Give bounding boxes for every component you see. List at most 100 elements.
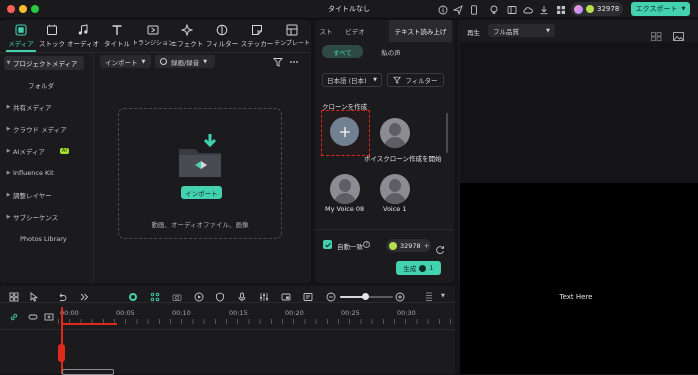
tts-scrollbar[interactable]	[446, 113, 448, 153]
tts-credits-count: 32978	[400, 241, 421, 250]
image-icon[interactable]	[673, 26, 684, 41]
more-options-icon[interactable]	[288, 56, 300, 68]
track-toggle-icon[interactable]	[27, 311, 39, 323]
tab-text-to-speech[interactable]: テキスト読み上げ	[389, 20, 452, 42]
voice-avatar[interactable]	[380, 174, 410, 204]
voice-filter-button[interactable]: フィルター	[387, 73, 444, 87]
sidebar-divider	[93, 53, 94, 283]
quality-select-value: フル品質	[493, 27, 519, 36]
tick-label: 00:30	[397, 309, 416, 317]
grid-apps-icon[interactable]	[555, 4, 566, 15]
credits-count: 32978	[597, 5, 620, 13]
voice-label: Voice 1	[383, 205, 407, 213]
effect-icon	[181, 24, 193, 36]
auto-match-checkbox[interactable]	[323, 240, 332, 249]
tick-label: 00:25	[341, 309, 360, 317]
voice-avatar[interactable]	[330, 174, 360, 204]
tab-text[interactable]: スト	[315, 26, 337, 36]
subtab-all[interactable]: すべて	[322, 45, 363, 58]
sidebar-item-label: AIメディア	[13, 148, 45, 156]
timeline-panel	[0, 286, 455, 374]
preview-canvas	[460, 183, 698, 374]
import-dropdown[interactable]: インポート ▼	[100, 55, 151, 68]
record-dropdown-label: 録画/録音	[171, 58, 200, 67]
tab-template[interactable]: テンプレート	[274, 24, 310, 54]
subtab-my-voice[interactable]: 私の声	[371, 45, 411, 58]
folder-import-icon	[177, 131, 223, 179]
preview-canvas-top	[460, 42, 698, 183]
quality-select[interactable]: フル品質 ▼	[488, 24, 555, 37]
sidebar-item-label: プロジェクトメディア	[13, 60, 78, 68]
sidebar-item-label: クラウド メディア	[13, 126, 67, 134]
import-button[interactable]: インポート	[181, 186, 222, 199]
work-area-bar[interactable]	[62, 323, 117, 325]
tab-audio[interactable]: オーディオ	[66, 24, 100, 54]
tab-title[interactable]: タイトル	[100, 24, 134, 54]
generate-button[interactable]: 生成 1	[396, 261, 441, 275]
sidebar-item-cloud-media[interactable]: ▶ クラウド メディア	[4, 122, 84, 136]
refresh-icon[interactable]	[435, 240, 445, 254]
info-icon[interactable]	[437, 4, 448, 15]
help-icon[interactable]: ?	[363, 241, 370, 248]
chevron-right-icon: ▶	[6, 170, 11, 176]
playhead[interactable]	[61, 307, 63, 374]
timeline-ruler[interactable]	[58, 319, 455, 324]
transition-icon	[147, 25, 159, 35]
tts-tabs: スト ビデオ テキスト読み上げ	[315, 20, 454, 42]
export-button[interactable]: エクスポート ▼	[631, 2, 690, 16]
cloud-icon[interactable]	[522, 4, 533, 15]
title-icon	[112, 25, 122, 35]
chevron-right-icon: ▶	[6, 126, 11, 132]
chevron-down-icon[interactable]: ▼	[441, 293, 445, 299]
tab-sticker[interactable]: ステッカー	[240, 24, 274, 54]
chevron-right-icon: ▶	[6, 214, 11, 220]
tab-filter[interactable]: フィルター	[205, 24, 239, 54]
grid-view-icon[interactable]	[651, 26, 662, 41]
zoom-slider-handle[interactable]	[362, 293, 369, 300]
credit-coin-icon	[586, 5, 594, 13]
credits-badge[interactable]: 32978	[571, 2, 623, 16]
sidebar-item-subsequence[interactable]: ▶ サブシーケンス	[4, 210, 84, 224]
template-icon	[286, 24, 298, 36]
sidebar-item-shared-media[interactable]: ▶ 共有メディア	[4, 100, 84, 114]
tab-stock[interactable]: ストック	[35, 24, 69, 54]
download-icon[interactable]	[538, 4, 549, 15]
language-select[interactable]: 日本語 (日本) ▼	[322, 73, 382, 87]
mobile-icon[interactable]	[468, 4, 479, 15]
check-icon	[324, 242, 331, 247]
sidebar-item-folder[interactable]: フォルダ	[4, 78, 84, 92]
sidebar-item-influence-kit[interactable]: ▶ Influence Kit	[4, 166, 84, 180]
layout-icon[interactable]	[506, 4, 517, 15]
divider	[0, 302, 455, 303]
dropzone-hint: 動画、オーディオファイル、画像	[151, 221, 249, 229]
tab-title-label: タイトル	[104, 40, 130, 48]
send-icon[interactable]	[452, 4, 463, 15]
sidebar-item-project-media[interactable]: ▼ プロジェクトメディア	[4, 56, 84, 70]
sidebar-item-label: Photos Library	[20, 235, 67, 243]
ai-badge: AI	[59, 148, 69, 154]
sidebar-item-label: サブシーケンス	[13, 214, 59, 222]
tab-effect[interactable]: エフェクト	[170, 24, 204, 54]
tick-label: 00:15	[229, 309, 248, 317]
lightbulb-icon[interactable]	[488, 4, 499, 15]
tab-transition[interactable]: トランジション	[132, 24, 174, 54]
track-add-icon[interactable]	[43, 311, 55, 323]
filter-sort-icon[interactable]	[272, 56, 284, 68]
sidebar-item-ai-media[interactable]: ▶ AIメディア AI	[4, 144, 84, 158]
sidebar-item-adjustment-layer[interactable]: ▶ 調整レイヤー	[4, 188, 84, 202]
voice-avatar[interactable]	[380, 118, 410, 148]
chevron-down-icon: ▼	[546, 27, 550, 34]
tts-credits-pill[interactable]: 32978 +	[386, 239, 431, 252]
tab-video[interactable]: ビデオ	[336, 26, 374, 36]
timeline-clip[interactable]	[62, 369, 114, 375]
divider	[315, 229, 454, 230]
record-dropdown[interactable]: 録画/録音 ▼	[155, 55, 215, 68]
chevron-down-icon: ▼	[681, 6, 686, 12]
link-icon[interactable]	[8, 311, 20, 323]
playhead-handle[interactable]	[58, 344, 65, 362]
sidebar-item-photos-library[interactable]: Photos Library	[4, 232, 84, 246]
chevron-down-icon: ▼	[203, 58, 208, 65]
chevron-right-icon: ▶	[6, 148, 11, 154]
tick-label: 00:05	[116, 309, 135, 317]
tab-filter-label: フィルター	[205, 40, 239, 48]
